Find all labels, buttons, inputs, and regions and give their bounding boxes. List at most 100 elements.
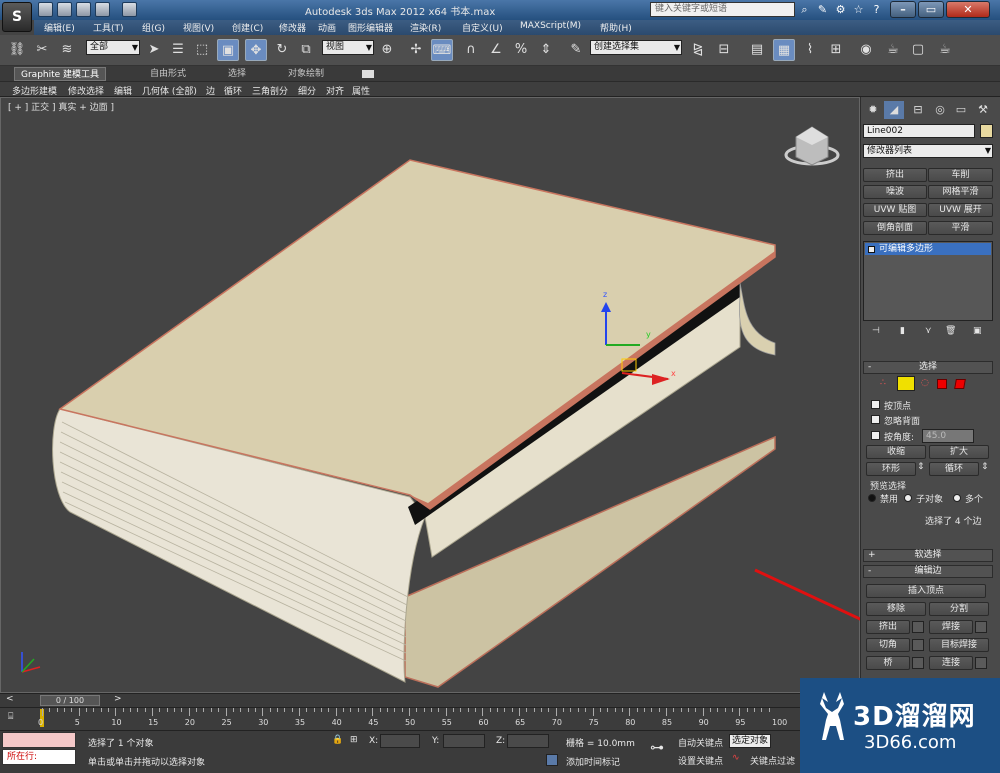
tools-icon[interactable]: ✎ — [815, 2, 830, 17]
key-filters-button[interactable]: 关键点过滤 — [750, 754, 795, 767]
scale-icon[interactable]: ⧉ — [295, 39, 317, 61]
close-button[interactable]: ✕ — [946, 1, 990, 18]
extrude-modifier-button[interactable]: 挤出 — [863, 168, 927, 182]
tab-freeform[interactable]: 自由形式 — [144, 67, 192, 81]
time-next-icon[interactable]: > — [114, 694, 122, 704]
unwrap-uvw-modifier-button[interactable]: UVW 展开 — [928, 203, 993, 217]
noise-modifier-button[interactable]: 噪波 — [863, 185, 927, 199]
stack-item-editable-poly[interactable]: 可编辑多边形 — [865, 243, 991, 255]
object-color-swatch[interactable] — [980, 124, 993, 138]
material-editor-icon[interactable]: ◉ — [855, 39, 877, 61]
link-icon[interactable]: ⛓ — [6, 39, 28, 61]
object-name-field[interactable]: Line002 — [863, 124, 975, 138]
mirror-icon[interactable]: ⧎ — [687, 39, 709, 61]
remove-button[interactable]: 移除 — [866, 602, 926, 616]
new-file-icon[interactable] — [38, 2, 53, 17]
menu-modifiers[interactable]: 修改器 — [279, 21, 306, 34]
utilities-tab-icon[interactable]: ⚒ — [973, 101, 993, 119]
pivot-center-icon[interactable]: ⊕ — [376, 39, 398, 61]
menu-view[interactable]: 视图(V) — [183, 21, 214, 34]
rect-selection-icon[interactable]: ⬚ — [191, 39, 213, 61]
time-prev-icon[interactable]: < — [6, 694, 14, 704]
app-menu-button[interactable]: S — [2, 2, 32, 32]
element-mode-icon[interactable] — [954, 379, 966, 389]
key-filter-curve-icon[interactable]: ∿ — [732, 753, 740, 763]
insert-vertex-button[interactable]: 插入顶点 — [866, 584, 986, 598]
bevel-profile-modifier-button[interactable]: 倒角剖面 — [863, 221, 927, 235]
align-icon[interactable]: ⊟ — [713, 39, 735, 61]
create-tab-icon[interactable]: ✹ — [863, 101, 883, 119]
menu-customize[interactable]: 自定义(U) — [462, 21, 503, 34]
save-file-icon[interactable] — [76, 2, 91, 17]
spinner-snap-icon[interactable]: ⇕ — [535, 39, 557, 61]
weld-button[interactable]: 焊接 — [929, 620, 973, 634]
panel-modify-selection[interactable]: 修改选择 — [68, 84, 104, 97]
edit-named-sets-icon[interactable]: ✎ — [565, 39, 587, 61]
selected-set-dropdown[interactable]: 选定对象 — [729, 734, 771, 748]
select-by-name-icon[interactable]: ☰ — [167, 39, 189, 61]
uvw-map-modifier-button[interactable]: UVW 贴图 — [863, 203, 927, 217]
connect-settings-button[interactable] — [975, 657, 987, 669]
bridge-button[interactable]: 桥 — [866, 656, 910, 670]
minimize-button[interactable]: – — [890, 1, 916, 18]
grow-button[interactable]: 扩大 — [929, 445, 989, 459]
named-selection-dropdown[interactable]: 创建选择集 ▼ — [590, 40, 682, 55]
help-icon[interactable]: ? — [869, 2, 884, 17]
chamfer-button[interactable]: 切角 — [866, 638, 910, 652]
render-setup-icon[interactable]: ☕ — [882, 39, 904, 61]
favorite-icon[interactable]: ☆ — [851, 2, 866, 17]
percent-snap-icon[interactable]: % — [510, 39, 532, 61]
time-slider[interactable]: 0 / 100 — [40, 695, 100, 706]
panel-polygon-modeling[interactable]: 多边形建模 — [12, 84, 57, 97]
pin-stack-icon[interactable]: ⊣ — [872, 326, 880, 336]
configure-sets-icon[interactable]: ▣ — [973, 326, 982, 336]
tab-graphite-modeling[interactable]: Graphite 建模工具 — [14, 67, 107, 81]
menu-tools[interactable]: 工具(T) — [93, 21, 124, 34]
ring-spinner-icon[interactable]: ⇕ — [917, 462, 925, 472]
lathe-modifier-button[interactable]: 车削 — [928, 168, 993, 182]
maxscript-listener-bottom[interactable]: 所在行: — [2, 749, 76, 765]
panel-loops[interactable]: 循环 — [224, 84, 242, 97]
selection-rollout-header[interactable]: - 选择 — [863, 361, 993, 374]
add-time-tag-label[interactable]: 添加时间标记 — [566, 755, 620, 768]
menu-group[interactable]: 组(G) — [142, 21, 165, 34]
maximize-button[interactable]: ▭ — [918, 1, 944, 18]
tab-selection[interactable]: 选择 — [222, 67, 252, 81]
modify-tab-icon[interactable]: ◢ — [884, 101, 904, 119]
absolute-mode-icon[interactable]: ⊞ — [350, 735, 358, 745]
smooth-modifier-button[interactable]: 平滑 — [928, 221, 993, 235]
ignore-backfacing-checkbox[interactable] — [871, 415, 880, 424]
stack-expand-icon[interactable] — [868, 246, 875, 253]
bridge-settings-button[interactable] — [912, 657, 924, 669]
menu-animation[interactable]: 动画 — [318, 21, 336, 34]
x-coordinate-field[interactable] — [380, 734, 420, 748]
weld-settings-button[interactable] — [975, 621, 987, 633]
vertex-mode-icon[interactable]: ∴ — [880, 378, 886, 388]
undo-icon[interactable] — [95, 2, 110, 17]
angle-spinner[interactable]: 45.0 — [922, 429, 974, 443]
panel-edges[interactable]: 边 — [206, 84, 215, 97]
polygon-mode-icon[interactable] — [937, 379, 947, 389]
menu-maxscript[interactable]: MAXScript(M) — [520, 21, 581, 31]
add-time-tag-icon[interactable] — [546, 754, 558, 766]
redo-icon[interactable] — [122, 2, 137, 17]
loop-spinner-icon[interactable]: ⇕ — [981, 462, 989, 472]
soft-selection-rollout-header[interactable]: + 软选择 — [863, 549, 993, 562]
window-crossing-icon[interactable]: ▣ — [217, 39, 239, 61]
keyboard-shortcut-icon[interactable]: ⌨ — [431, 39, 453, 61]
make-unique-icon[interactable]: ⋎ — [925, 326, 932, 336]
select-manipulate-icon[interactable]: ✢ — [405, 39, 427, 61]
chamfer-settings-button[interactable] — [912, 639, 924, 651]
z-coordinate-field[interactable] — [507, 734, 549, 748]
shrink-button[interactable]: 收缩 — [866, 445, 926, 459]
modifier-list-dropdown[interactable]: 修改器列表 ▼ — [863, 144, 993, 158]
curve-editor-icon[interactable]: ⌇ — [799, 39, 821, 61]
y-coordinate-field[interactable] — [443, 734, 485, 748]
panel-geometry-all[interactable]: 几何体 (全部) — [142, 84, 197, 97]
mini-curve-editor-icon[interactable]: ⌸ — [8, 712, 13, 722]
angle-snap-icon[interactable]: ∠ — [485, 39, 507, 61]
edge-mode-icon[interactable] — [897, 376, 915, 391]
ring-button[interactable]: 环形 — [866, 462, 916, 476]
ref-coord-dropdown[interactable]: 视图 ▼ — [322, 40, 374, 55]
rendered-frame-icon[interactable]: ▢ — [907, 39, 929, 61]
